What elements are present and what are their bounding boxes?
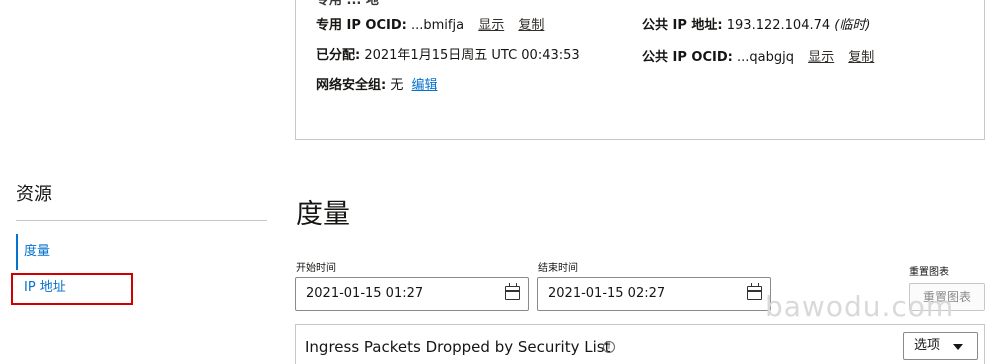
public-ip-ocid-value: ...qabgjq <box>736 50 794 65</box>
public-ip-ocid-label: 公共 IP OCID: <box>642 50 733 65</box>
calendar-icon[interactable] <box>747 283 762 300</box>
options-dropdown-button[interactable]: 选项 <box>903 332 978 360</box>
chart-title: Ingress Packets Dropped by Security List <box>305 338 611 356</box>
calendar-icon[interactable] <box>505 283 520 300</box>
resources-divider <box>16 220 267 221</box>
details-row-private-ip-ocid: 专用 IP OCID: ...bmifja 显示 复制 <box>316 17 544 35</box>
start-time-value: 2021-01-15 01:27 <box>306 286 424 301</box>
options-label: 选项 <box>914 338 941 353</box>
end-time-value: 2021-01-15 02:27 <box>548 286 666 301</box>
show-public-ocid-link[interactable]: 显示 <box>808 50 834 65</box>
public-ip-value: 193.122.104.74 <box>726 18 831 33</box>
details-row-assigned: 已分配: 2021年1月15日周五 UTC 00:43:53 <box>316 47 580 65</box>
assigned-value: 2021年1月15日周五 UTC 00:43:53 <box>364 48 580 63</box>
highlight-box <box>11 273 133 305</box>
resources-heading: 资源 <box>16 184 52 205</box>
public-ip-label: 公共 IP 地址: <box>642 18 723 33</box>
details-row-public-ip-ocid: 公共 IP OCID: ...qabgjq 显示 复制 <box>642 49 874 67</box>
private-ip-label-partial: 专用 ... 地 <box>316 0 379 8</box>
metrics-heading: 度量 <box>296 199 350 230</box>
copy-private-ocid-link[interactable]: 复制 <box>518 18 544 33</box>
info-icon[interactable]: i <box>603 341 615 353</box>
sidebar-item-metrics[interactable]: 度量 <box>16 234 267 270</box>
reset-chart-label: 重置图表 <box>909 267 949 278</box>
private-ip-ocid-label: 专用 IP OCID: <box>316 18 407 33</box>
nsg-label: 网络安全组: <box>316 78 387 93</box>
details-row-private-ip-partial: 专用 ... 地 <box>316 0 379 10</box>
show-private-ocid-link[interactable]: 显示 <box>478 18 504 33</box>
chevron-down-icon <box>953 344 963 350</box>
assigned-label: 已分配: <box>316 48 361 63</box>
details-row-nsg: 网络安全组: 无 编辑 <box>316 77 438 95</box>
private-ip-ocid-value: ...bmifja <box>410 18 465 33</box>
public-ip-note: (临时) <box>834 18 871 33</box>
nsg-value: 无 <box>390 78 404 93</box>
details-row-public-ip: 公共 IP 地址: 193.122.104.74 (临时) <box>642 17 870 35</box>
start-time-input[interactable]: 2021-01-15 01:27 <box>295 277 529 311</box>
watermark: bawodu.com <box>765 290 955 323</box>
edit-nsg-link[interactable]: 编辑 <box>412 78 438 93</box>
end-time-label: 结束时间 <box>538 263 578 274</box>
end-time-input[interactable]: 2021-01-15 02:27 <box>537 277 771 311</box>
start-time-label: 开始时间 <box>296 263 336 274</box>
copy-public-ocid-link[interactable]: 复制 <box>848 50 874 65</box>
